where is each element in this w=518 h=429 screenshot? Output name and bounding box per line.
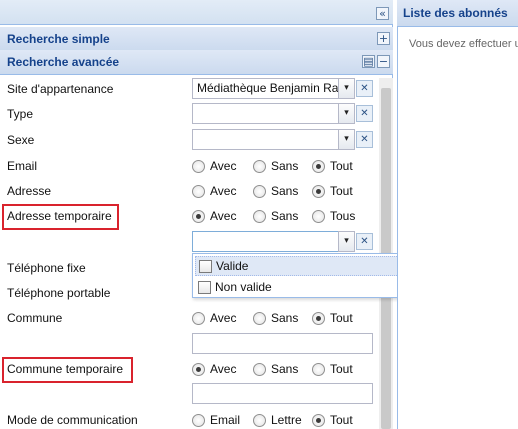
label-sexe: Sexe (7, 133, 35, 147)
mode-radio-tout[interactable]: Tout (312, 413, 353, 427)
radio-circle-icon (312, 362, 325, 376)
results-title: Liste des abonnés (403, 6, 508, 20)
validity-dropdown-list: Valide Non valide (192, 253, 424, 298)
sexe-combo-input[interactable] (192, 129, 340, 150)
site-dropdown-arrow-icon[interactable]: ▾ (338, 78, 355, 99)
commune-temp-radio-tout[interactable]: Tout (312, 362, 353, 376)
radio-circle-icon (253, 413, 266, 427)
collapse-panel-icon[interactable]: « (376, 7, 389, 20)
radio-selected-icon (312, 184, 325, 198)
dropdown-item-valide[interactable]: Valide (195, 256, 421, 276)
label-adresse-temporaire: Adresse temporaire (7, 209, 112, 223)
radio-circle-icon (192, 311, 205, 325)
radio-selected-icon (312, 311, 325, 325)
adresse-validity-combo-input[interactable] (192, 231, 340, 252)
radio-circle-icon (312, 209, 325, 223)
mode-radio-email[interactable]: Email (192, 413, 240, 427)
adresse-radio-avec[interactable]: Avec (192, 184, 236, 198)
adresse-radio-tout[interactable]: Tout (312, 184, 353, 198)
type-combo-input[interactable] (192, 103, 340, 124)
label-adresse: Adresse (7, 184, 52, 198)
radio-selected-icon (312, 413, 325, 427)
commune-temp-radio-avec[interactable]: Avec (192, 362, 236, 376)
results-header: Liste des abonnés (397, 0, 518, 27)
site-combo-input[interactable]: Médiathèque Benjamin Ra (192, 78, 340, 99)
email-radio-tout[interactable]: Tout (312, 159, 353, 173)
collapse-minus-icon[interactable]: − (377, 55, 390, 68)
adresse-temp-radio-avec[interactable]: Avec (192, 209, 236, 223)
save-icon[interactable]: ▤ (362, 55, 375, 68)
sexe-dropdown-arrow-icon[interactable]: ▾ (338, 129, 355, 150)
label-commune-temporaire: Commune temporaire (7, 362, 124, 376)
commune-radio-sans[interactable]: Sans (253, 311, 298, 325)
commune-radio-tout[interactable]: Tout (312, 311, 353, 325)
type-dropdown-arrow-icon[interactable]: ▾ (338, 103, 355, 124)
radio-selected-icon (192, 362, 205, 376)
label-type: Type (7, 107, 34, 121)
radio-selected-icon (192, 209, 205, 223)
mode-radio-lettre[interactable]: Lettre (253, 413, 302, 427)
label-telephone-fixe: Téléphone fixe (7, 261, 86, 275)
radio-circle-icon (253, 311, 266, 325)
site-clear-icon[interactable]: ✕ (356, 80, 373, 97)
commune-radio-avec[interactable]: Avec (192, 311, 236, 325)
radio-circle-icon (192, 184, 205, 198)
dropdown-item-non-valide[interactable]: Non valide (195, 277, 421, 297)
label-telephone-portable: Téléphone portable (7, 286, 111, 300)
radio-circle-icon (253, 209, 266, 223)
search-panel-toolbar (0, 0, 393, 25)
label-site: Site d'appartenance (7, 82, 114, 96)
results-message: Vous devez effectuer u (409, 38, 518, 50)
commune-temp-radio-sans[interactable]: Sans (253, 362, 298, 376)
radio-circle-icon (192, 159, 205, 173)
radio-circle-icon (253, 362, 266, 376)
label-email: Email (7, 159, 38, 173)
section-header-simple[interactable]: Recherche simple (0, 27, 393, 52)
email-radio-avec[interactable]: Avec (192, 159, 236, 173)
type-clear-icon[interactable]: ✕ (356, 105, 373, 122)
commune-text-input[interactable] (192, 333, 373, 354)
section-header-advanced[interactable]: Recherche avancée (0, 50, 393, 75)
section-title-advanced: Recherche avancée (7, 55, 120, 69)
expand-plus-icon[interactable]: + (377, 32, 390, 45)
adresse-temp-radio-sans[interactable]: Sans (253, 209, 298, 223)
adresse-radio-sans[interactable]: Sans (253, 184, 298, 198)
sexe-clear-icon[interactable]: ✕ (356, 131, 373, 148)
label-commune: Commune (7, 311, 63, 325)
adresse-validity-clear-icon[interactable]: ✕ (356, 233, 373, 250)
adresse-temp-radio-tous[interactable]: Tous (312, 209, 355, 223)
section-title-simple: Recherche simple (7, 32, 110, 46)
results-panel (397, 0, 518, 429)
email-radio-sans[interactable]: Sans (253, 159, 298, 173)
checkbox-icon[interactable] (199, 259, 212, 273)
label-mode-communication: Mode de communication (7, 413, 138, 427)
commune-temp-text-input[interactable] (192, 383, 373, 404)
adresse-validity-dropdown-arrow-icon[interactable]: ▾ (338, 231, 355, 252)
radio-circle-icon (253, 159, 266, 173)
radio-selected-icon (312, 159, 325, 173)
checkbox-icon[interactable] (198, 280, 211, 294)
radio-circle-icon (192, 413, 205, 427)
radio-circle-icon (253, 184, 266, 198)
